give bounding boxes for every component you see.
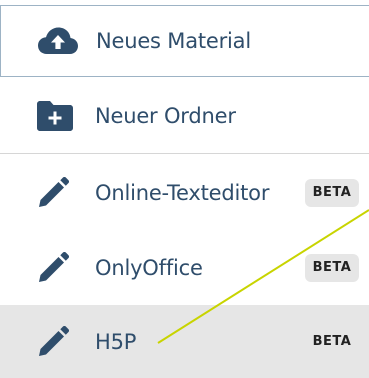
- menu-item-label: Online-Texteditor: [95, 180, 270, 205]
- cloud-upload-icon: [38, 25, 78, 57]
- menu-item-new-material[interactable]: Neues Material: [0, 5, 369, 77]
- menu-item-h5p[interactable]: H5P BETA: [0, 305, 369, 378]
- beta-badge: BETA: [305, 253, 359, 282]
- beta-badge: BETA: [305, 327, 359, 356]
- beta-badge: BETA: [305, 178, 359, 207]
- menu-item-onlyoffice[interactable]: OnlyOffice BETA: [0, 230, 369, 305]
- menu-item-new-folder[interactable]: Neuer Ordner: [0, 78, 369, 154]
- pencil-icon: [37, 176, 77, 209]
- menu-item-label: OnlyOffice: [95, 255, 203, 280]
- folder-plus-icon: [37, 100, 77, 132]
- new-item-menu: Neues Material Neuer Ordner Online-Texte…: [0, 0, 369, 378]
- menu-item-label: Neuer Ordner: [95, 103, 236, 128]
- menu-item-label: H5P: [95, 329, 137, 354]
- menu-item-online-texteditor[interactable]: Online-Texteditor BETA: [0, 155, 369, 230]
- menu-item-label: Neues Material: [96, 29, 251, 53]
- pencil-icon: [37, 325, 77, 358]
- pencil-icon: [37, 251, 77, 284]
